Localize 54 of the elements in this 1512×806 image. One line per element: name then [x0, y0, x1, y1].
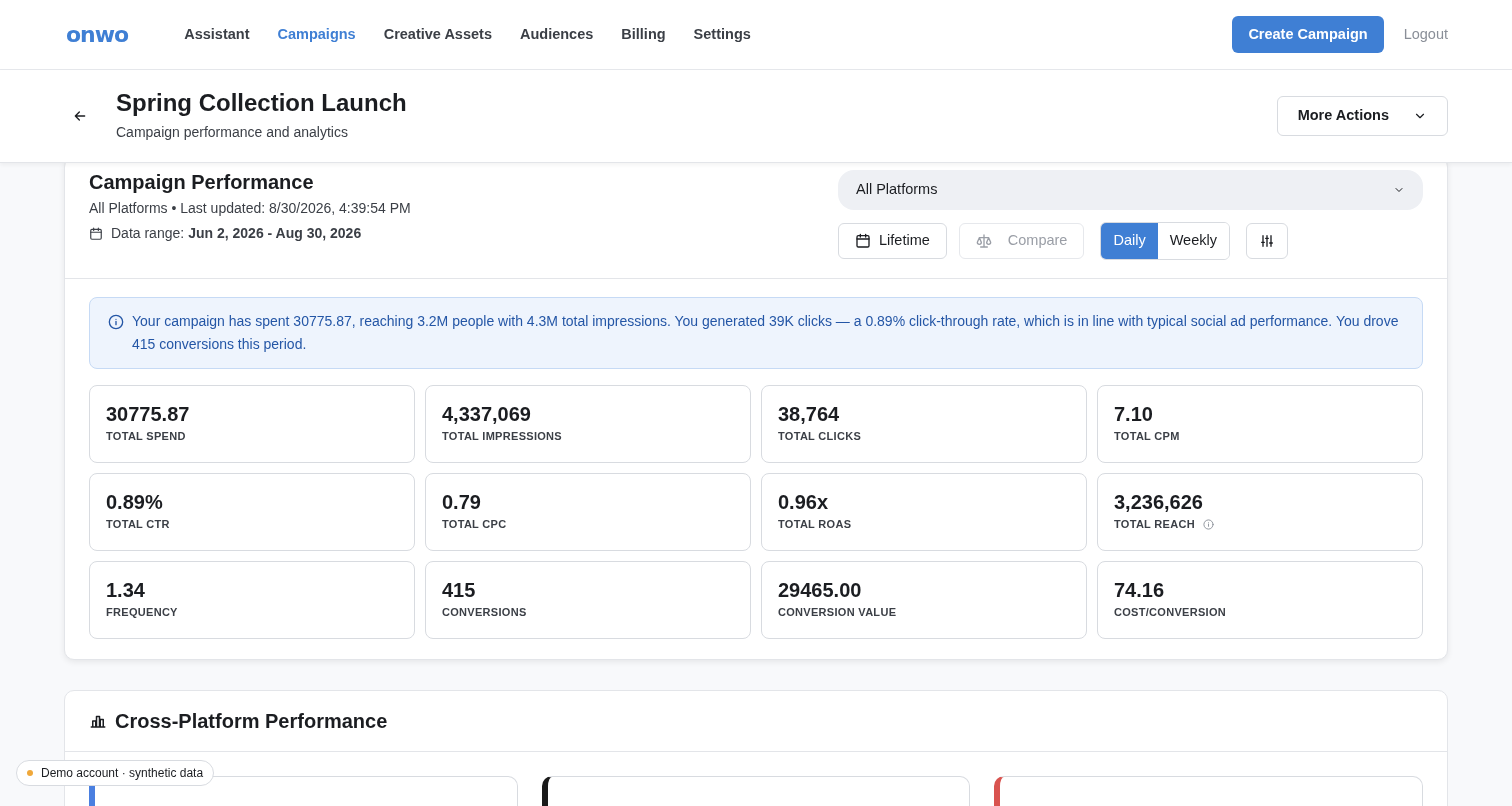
lifetime-button[interactable]: Lifetime	[838, 223, 947, 259]
nav-link[interactable]: Settings	[693, 23, 751, 46]
date-range-label: Data range:	[111, 224, 185, 243]
info-icon	[108, 314, 124, 330]
metric-label: TOTAL CLICKS	[778, 429, 862, 444]
filter-settings-button[interactable]	[1245, 223, 1288, 259]
date-range-value: Jun 2, 2026 - Aug 30, 2026	[188, 224, 362, 243]
metric-value: 0.96x	[778, 490, 830, 515]
metric-value: 1.34	[106, 578, 146, 603]
page-subtitle: Campaign performance and analytics	[116, 122, 349, 142]
create-campaign-button[interactable]: Create Campaign	[1232, 15, 1384, 54]
metric-value: 0.89%	[106, 490, 164, 515]
metric-value: 30775.87	[106, 402, 191, 427]
status-dot	[27, 770, 33, 776]
metric-value: 415	[442, 578, 477, 603]
metric-label: TOTAL IMPRESSIONS	[442, 429, 562, 444]
section-title: Campaign Performance	[89, 170, 315, 194]
metric-label: TOTAL ROAS	[778, 517, 852, 532]
back-arrow-icon[interactable]	[72, 108, 88, 124]
page-title: Spring Collection Launch	[116, 89, 407, 118]
metric-label: TOTAL CTR	[106, 517, 170, 532]
metric-label: TOTAL REACH	[1114, 517, 1195, 532]
more-actions-button[interactable]: More Actions	[1276, 96, 1448, 136]
demo-text: Demo account · synthetic data	[41, 765, 204, 782]
last-updated-text: All Platforms • Last updated: 8/30/2026, 4:39:54 PM	[89, 199, 411, 218]
metric-value: 74.16	[1114, 578, 1166, 603]
metric-label: CONVERSION VALUE	[778, 605, 897, 620]
metric-label: TOTAL CPM	[1114, 429, 1180, 444]
granularity-tab[interactable]: Daily	[1101, 223, 1158, 259]
metric-label: FREQUENCY	[106, 605, 178, 620]
platform-select[interactable]: All Platforms	[838, 170, 1423, 210]
nav-link[interactable]: Assistant	[184, 23, 250, 46]
metric-label: COST/CONVERSION	[1114, 605, 1227, 620]
metric-value: 3,236,626	[1114, 490, 1204, 515]
metric-value: 38,764	[778, 402, 841, 427]
calendar-icon	[89, 226, 103, 241]
nav-link[interactable]: Creative Assets	[383, 23, 492, 46]
logo[interactable]: onwo	[66, 18, 129, 51]
scale-icon	[975, 233, 992, 249]
metric-label: TOTAL SPEND	[106, 429, 186, 444]
metric-value: 7.10	[1114, 402, 1154, 427]
metric-value: 29465.00	[778, 578, 863, 603]
nav-link[interactable]: Campaigns	[277, 23, 356, 46]
nav-link[interactable]: Audiences	[519, 23, 594, 46]
nav-link[interactable]: Billing	[621, 23, 666, 46]
select-value: All Platforms	[856, 180, 938, 200]
metric-label: TOTAL CPC	[442, 517, 507, 532]
sliders-icon	[1258, 233, 1275, 250]
metric-value: 0.79	[442, 490, 482, 515]
summary-text: Your campaign has spent 30775.87, reaching 3.2M people with 4.3M total impressions. You generated 39K clicks — a 0.89% click-through rate, which is in line with typical social ad performance. You drove 415 conversions this period.	[132, 312, 1400, 354]
section-title: Cross-Platform Performance	[115, 709, 388, 733]
calendar-icon	[855, 233, 871, 249]
metric-value: 4,337,069	[442, 402, 532, 427]
metric-label: CONVERSIONS	[442, 605, 527, 620]
